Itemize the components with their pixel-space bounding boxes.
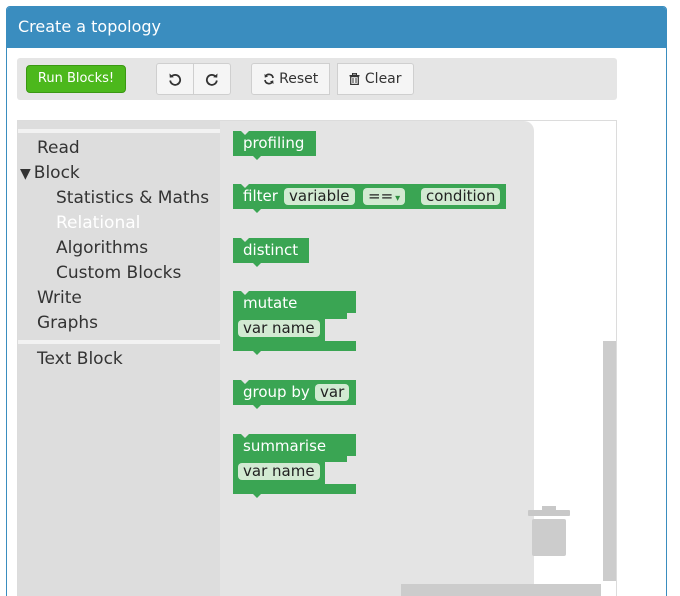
toolbox-item-algorithms[interactable]: Algorithms	[56, 237, 148, 259]
filter-label: filter	[243, 187, 278, 205]
distinct-block[interactable]: distinct	[233, 238, 313, 272]
toolbox-item-block[interactable]: ▼ Block	[20, 162, 80, 185]
mutate-var-name-field[interactable]: var name	[238, 320, 320, 337]
toolbox-item-block-label: Block	[33, 163, 80, 183]
toolbox-item-graphs[interactable]: Graphs	[37, 312, 98, 334]
distinct-label: distinct	[243, 241, 299, 259]
toolbox-item-text-block[interactable]: Text Block	[37, 348, 123, 370]
reset-label: Reset	[279, 71, 319, 87]
toolbox-item-relational[interactable]: Relational	[56, 212, 140, 234]
group-by-block[interactable]: group by var	[233, 380, 359, 414]
undo-button[interactable]	[156, 63, 194, 95]
clear-label: Clear	[364, 71, 402, 87]
vertical-scrollbar[interactable]	[603, 341, 616, 581]
mutate-block[interactable]: mutate var name	[233, 291, 359, 361]
toolbar: Run Blocks! Reset Clear	[17, 58, 617, 100]
toolbox-separator	[18, 129, 220, 133]
trash-icon	[349, 72, 360, 86]
clear-button[interactable]: Clear	[337, 63, 414, 95]
summarise-label: summarise	[243, 437, 327, 455]
filter-variable-field[interactable]: variable	[284, 188, 355, 205]
redo-button[interactable]	[193, 63, 231, 95]
mutate-label: mutate	[243, 294, 298, 312]
redo-icon	[205, 73, 218, 86]
toolbox-item-statistics-maths[interactable]: Statistics & Maths	[56, 187, 209, 209]
profiling-block[interactable]: profiling	[233, 131, 319, 165]
toolbox-separator	[18, 340, 220, 344]
profiling-label: profiling	[243, 134, 305, 152]
refresh-icon	[263, 73, 274, 85]
filter-operator-dropdown[interactable]: == ▾	[363, 187, 406, 205]
summarise-block[interactable]: summarise var name	[233, 434, 359, 504]
blockly-workspace[interactable]: Read ▼ Block Statistics & Maths Relationa…	[17, 120, 617, 596]
block-flyout: profiling filter variable == ▾ condition …	[220, 121, 534, 596]
undo-icon	[169, 73, 182, 86]
toolbox-item-read[interactable]: Read	[37, 137, 80, 159]
group-by-label: group by	[243, 383, 310, 401]
reset-button[interactable]: Reset	[251, 63, 330, 95]
filter-block[interactable]: filter variable == ▾ condition	[233, 184, 509, 218]
dropdown-caret-icon: ▾	[395, 193, 401, 204]
panel-title: Create a topology	[7, 7, 666, 48]
filter-condition-field[interactable]: condition	[421, 188, 501, 205]
run-blocks-button[interactable]: Run Blocks!	[26, 65, 126, 93]
filter-operator-value: ==	[368, 187, 394, 205]
expand-arrow-icon: ▼	[20, 166, 31, 182]
toolbox: Read ▼ Block Statistics & Maths Relationa…	[18, 121, 220, 596]
toolbox-item-custom-blocks[interactable]: Custom Blocks	[56, 262, 181, 284]
group-by-var-field[interactable]: var	[315, 384, 350, 401]
horizontal-scrollbar[interactable]	[401, 584, 601, 596]
toolbox-item-write[interactable]: Write	[37, 287, 82, 309]
summarise-var-name-field[interactable]: var name	[238, 463, 320, 480]
workspace-trash-icon[interactable]	[528, 506, 572, 566]
